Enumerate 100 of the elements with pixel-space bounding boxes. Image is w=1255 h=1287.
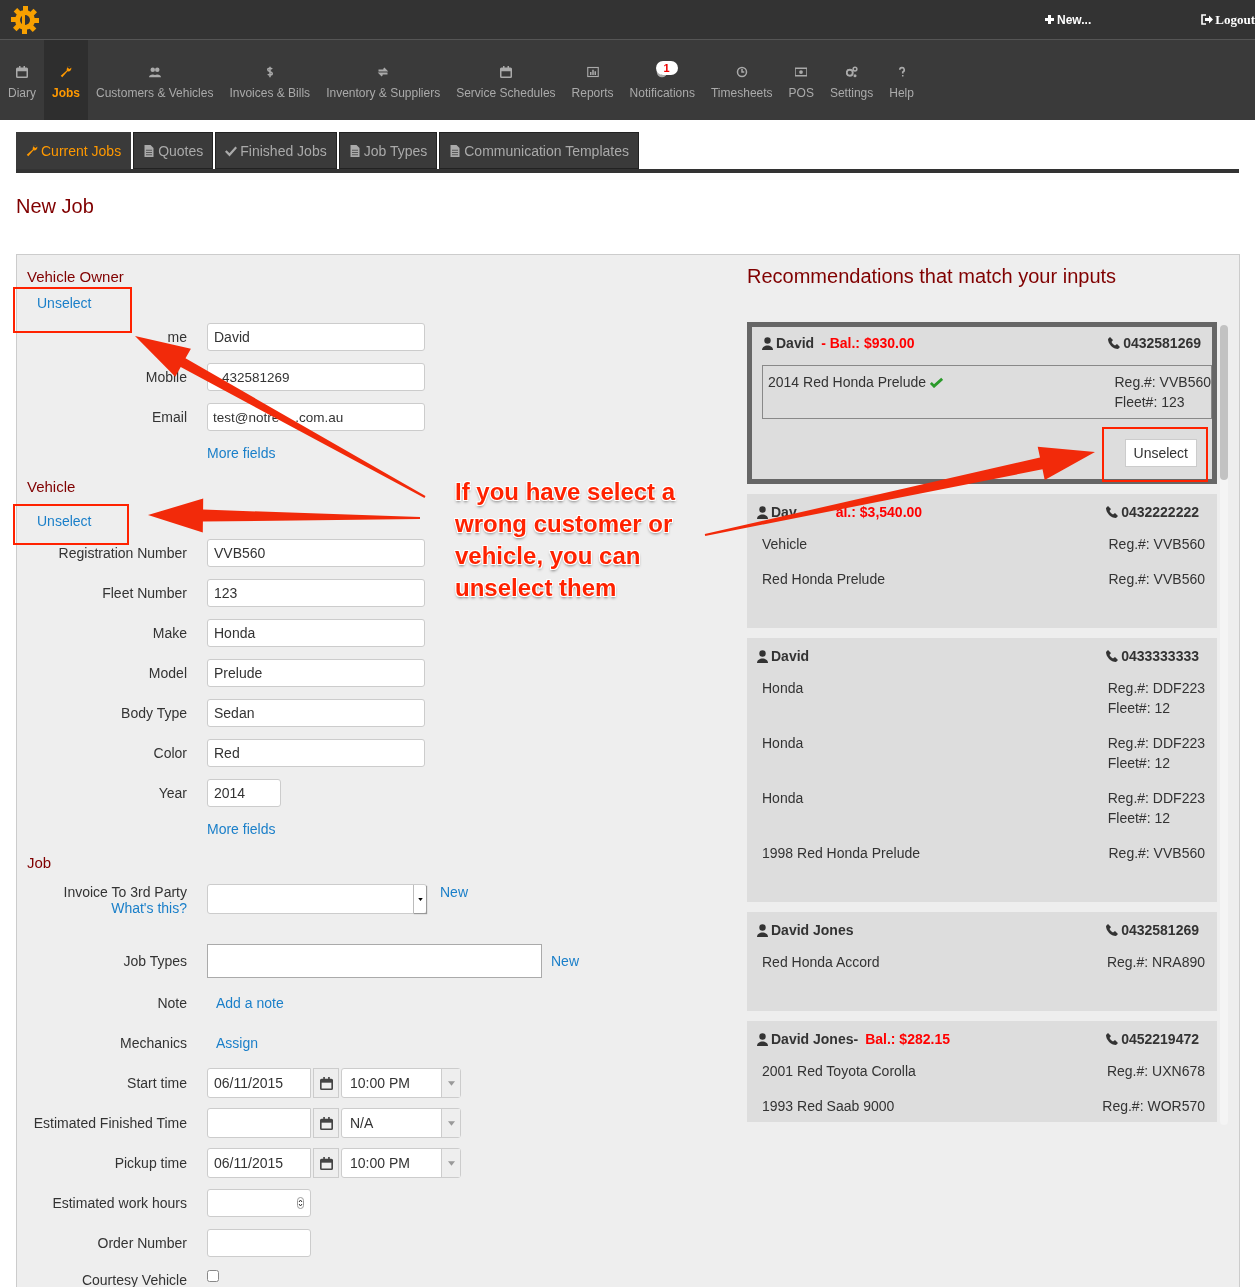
- field-label: Estimated Finished Time: [32, 1115, 188, 1131]
- phone-icon: [1106, 1033, 1119, 1045]
- field-label: Estimated work hours: [51, 1195, 188, 1211]
- calendar-button[interactable]: [313, 1068, 339, 1098]
- phone-number: 0433333333: [1121, 648, 1199, 664]
- vehicle-detail: Fleet#: 12: [1107, 809, 1171, 828]
- date-field[interactable]: [207, 1108, 311, 1138]
- vehicle-detail: Reg.#: VVB560: [1114, 373, 1211, 392]
- nav-item[interactable]: Invoices & Bills: [221, 40, 319, 120]
- date-field[interactable]: 06/11/2015: [207, 1148, 311, 1178]
- vehicle-description: 1993 Red Saab 9000: [762, 1097, 895, 1116]
- field-value: test@notre: [213, 409, 280, 425]
- vehicle-detail: Fleet#: 123: [1114, 393, 1186, 412]
- field-label: Year: [157, 785, 188, 801]
- tab[interactable]: Current Jobs: [16, 132, 132, 169]
- customer-name: David Jones-: [771, 1031, 859, 1047]
- unselect-link[interactable]: Unselect: [37, 295, 92, 317]
- check-icon: [225, 145, 238, 157]
- nav-item[interactable]: Jobs: [44, 40, 89, 120]
- dropdown-field[interactable]: [207, 884, 427, 914]
- customer-card[interactable]: David - Bal.: $930.00 0432581269 2014 Red Honda Prelude Reg.#: VVB560 Fleet#: 123 Unselect: [747, 322, 1217, 484]
- number-field[interactable]: [207, 1189, 311, 1217]
- annotation-text: If you have select a wrong customer or vehicle, you can unselect them: [455, 477, 677, 603]
- text-field[interactable]: 2014: [207, 779, 281, 807]
- date-field[interactable]: 06/11/2015: [207, 1068, 311, 1098]
- field-label: Make: [151, 625, 188, 641]
- nav-item[interactable]: Notifications 1: [621, 40, 703, 120]
- page-title: New Job: [16, 195, 95, 218]
- tab[interactable]: Quotes: [133, 132, 214, 169]
- new-link[interactable]: New: [440, 884, 468, 900]
- time-dropdown[interactable]: N/A: [341, 1108, 461, 1138]
- caret-icon: [417, 897, 423, 901]
- phone-icon: [1106, 924, 1119, 936]
- field-label: Color: [152, 745, 188, 761]
- nav-item[interactable]: Inventory & Suppliers: [318, 40, 449, 120]
- text-field[interactable]: 123: [207, 579, 425, 607]
- more-fields-link[interactable]: More fields: [207, 821, 276, 837]
- customer-name: David Jones: [771, 922, 854, 938]
- field-label: me: [166, 329, 188, 345]
- nav-item[interactable]: Diary: [0, 40, 44, 120]
- nav-item[interactable]: Help: [881, 40, 922, 120]
- text-field[interactable]: test@notre .com.au: [207, 403, 425, 431]
- unselect-link[interactable]: Unselect: [37, 513, 92, 533]
- sign-out-icon: [1201, 14, 1214, 25]
- text-field[interactable]: Sedan: [207, 699, 425, 727]
- action-link[interactable]: Add a note: [216, 995, 284, 1011]
- vehicle-detail: Fleet#: 12: [1107, 699, 1171, 718]
- caret-icon: [447, 1120, 455, 1126]
- new-link[interactable]: New: [551, 953, 579, 969]
- checkbox[interactable]: [207, 1270, 219, 1282]
- scrollbar[interactable]: [1220, 325, 1228, 1125]
- nav-item[interactable]: Timesheets: [703, 40, 781, 120]
- customer-card[interactable]: David Jones- Bal.: $282.15 0452219472 2001 Red Toyota Corolla Reg.#: UXN678 1993 Red Saab 9000 Reg.#: WOR570: [747, 1021, 1217, 1122]
- vehicle-description: 2001 Red Toyota Corolla: [762, 1062, 916, 1081]
- tab[interactable]: Communication Templates: [439, 132, 639, 169]
- gear-logo[interactable]: [10, 4, 40, 35]
- help-link[interactable]: What's this?: [111, 900, 187, 916]
- vehicle-description: Honda: [762, 734, 804, 753]
- field-label: Mechanics: [119, 1035, 188, 1051]
- vehicle-detail: Fleet#: 12: [1107, 754, 1171, 773]
- text-field[interactable]: VVB560: [207, 539, 425, 567]
- document-icon: [449, 145, 462, 157]
- nav-item[interactable]: Reports: [563, 40, 622, 120]
- more-fields-link[interactable]: More fields: [207, 445, 276, 461]
- field-label: Mobile: [144, 369, 188, 385]
- customer-card[interactable]: David Jones 0432581269 Red Honda Accord Reg.#: NRA890: [747, 912, 1217, 1011]
- time-dropdown[interactable]: 10:00 PM: [341, 1148, 461, 1178]
- nav-item[interactable]: Settings: [821, 40, 882, 120]
- customer-card[interactable]: David 0433333333 Honda Reg.#: DDF223 Fleet#: 12 Honda Reg.#: DDF223 Fleet#: 12 Honda Reg.#: DDF223 Fleet#: 12 1998 Red Honda Prelude Reg.#: VVB560: [747, 638, 1217, 902]
- text-field[interactable]: Honda: [207, 619, 425, 647]
- unselect-button[interactable]: Unselect: [1124, 439, 1197, 467]
- vehicle-description: Red Honda Accord: [762, 953, 880, 972]
- text-field[interactable]: [207, 1229, 311, 1257]
- text-field[interactable]: 432581269: [207, 363, 425, 391]
- nav-item[interactable]: Service Schedules: [448, 40, 564, 120]
- new-menu[interactable]: New...: [1045, 12, 1092, 27]
- field-label: Order Number: [96, 1235, 188, 1251]
- field-label: Job Types: [122, 953, 188, 969]
- arrows-icon: [377, 66, 390, 78]
- tab[interactable]: Finished Jobs: [215, 132, 337, 169]
- field-label: Courtesy Vehicle: [80, 1272, 188, 1287]
- calendar-icon: [319, 1076, 333, 1090]
- text-field[interactable]: Prelude: [207, 659, 425, 687]
- calendar-button[interactable]: [313, 1108, 339, 1138]
- text-field[interactable]: David: [207, 323, 425, 351]
- spinner-icon: [297, 1197, 304, 1209]
- action-link[interactable]: Assign: [216, 1035, 259, 1051]
- field-label: Note: [156, 995, 188, 1011]
- calendar-button[interactable]: [313, 1148, 339, 1178]
- text-field[interactable]: Red: [207, 739, 425, 767]
- users-icon: [148, 66, 161, 78]
- time-dropdown[interactable]: 10:00 PM: [341, 1068, 461, 1098]
- nav-item[interactable]: POS: [780, 40, 822, 120]
- tag-field[interactable]: [207, 944, 542, 978]
- person-icon: [757, 505, 768, 519]
- logout-link[interactable]: Logout: [1201, 11, 1255, 28]
- vehicle-detail: Reg.#: DDF223: [1107, 789, 1205, 808]
- document-icon: [143, 145, 156, 157]
- tab[interactable]: Job Types: [338, 132, 438, 169]
- nav-item[interactable]: Customers & Vehicles: [88, 40, 222, 120]
